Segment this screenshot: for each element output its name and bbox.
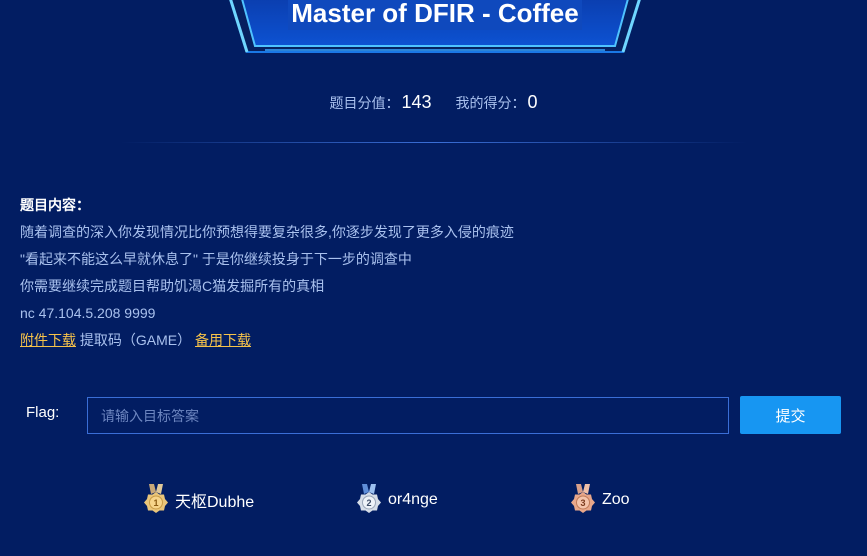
- extract-code: 提取码（GAME）: [76, 332, 192, 348]
- challenge-title: Master of DFIR - Coffee: [288, 0, 582, 30]
- challenge-page: Master of DFIR - Coffee 题目分值： 143 我的得分： …: [0, 0, 867, 556]
- challenge-description: 题目内容： 随着调查的深入你发现情况比你预想得要复杂很多,你逐步发现了更多入侵的…: [20, 192, 840, 354]
- challenge-score-label: 题目分值：: [329, 95, 400, 111]
- ranking-item: 2 or4nge: [356, 484, 438, 516]
- challenge-score: 题目分值： 143: [329, 92, 431, 113]
- ranking-team-name: 天枢Dubhe: [175, 494, 255, 511]
- my-score-value: 0: [527, 92, 538, 112]
- ranking-team-name: or4nge: [388, 491, 438, 508]
- flag-input[interactable]: [87, 397, 729, 434]
- description-line: "看起来不能这么早就休息了" 于是你继续投身于下一步的调查中: [20, 251, 412, 267]
- silver-medal-icon: 2: [357, 484, 381, 513]
- title-banner: Master of DFIR - Coffee: [225, 0, 645, 54]
- connection-command: nc 47.104.5.208 9999: [20, 305, 156, 321]
- download-row: 附件下载 提取码（GAME） 备用下载: [20, 327, 840, 354]
- submit-button[interactable]: 提交: [740, 396, 841, 434]
- score-row: 题目分值： 143 我的得分： 0: [0, 92, 867, 113]
- flag-label: Flag:: [26, 404, 60, 421]
- backup-download-link[interactable]: 备用下载: [195, 332, 251, 348]
- ranking-item: 1 天枢Dubhe: [143, 484, 254, 516]
- description-line: 随着调查的深入你发现情况比你预想得要复杂很多,你逐步发现了更多入侵的痕迹: [20, 224, 514, 240]
- svg-text:3: 3: [580, 498, 585, 508]
- description-line: 你需要继续完成题目帮助饥渴C猫发掘所有的真相: [20, 278, 325, 294]
- divider: [120, 142, 747, 143]
- my-score-label: 我的得分：: [455, 95, 526, 111]
- bronze-medal-icon: 3: [571, 484, 595, 513]
- svg-text:1: 1: [153, 498, 158, 508]
- my-score: 我的得分： 0: [456, 92, 538, 113]
- ranking-team-name: Zoo: [602, 491, 630, 508]
- gold-medal-icon: 1: [144, 484, 168, 513]
- ranking-item: 3 Zoo: [570, 484, 630, 516]
- svg-text:2: 2: [366, 498, 371, 508]
- challenge-score-value: 143: [401, 92, 432, 112]
- attachment-download-link[interactable]: 附件下载: [20, 332, 76, 348]
- description-heading: 题目内容：: [20, 197, 90, 213]
